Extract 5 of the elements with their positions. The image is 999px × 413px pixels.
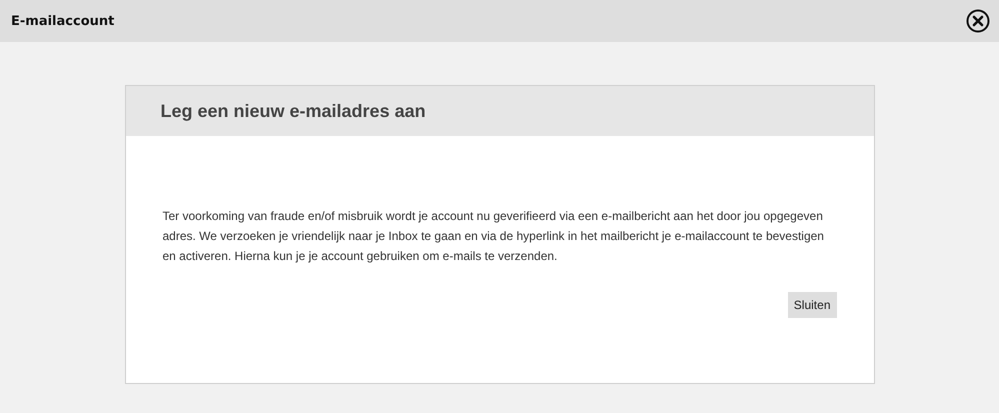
window-title: E-mailaccount <box>11 14 114 28</box>
close-icon[interactable] <box>966 9 990 33</box>
dialog-title: Leg een nieuw e-mailadres aan <box>160 100 426 122</box>
close-button[interactable]: Sluiten <box>788 292 836 318</box>
message-text: Ter voorkoming van fraude en/of misbruik wordt je account nu geverifieerd via een e-mailbericht aan het door jou opgegeven adres. We verzoeken je vriendelijk naar je Inbox te gaan en via de hyperlink in het mailbericht je e-mailaccount te bevestigen en activeren. Hierna kun je je account gebruiken om e-mails te verzenden. <box>162 208 825 265</box>
